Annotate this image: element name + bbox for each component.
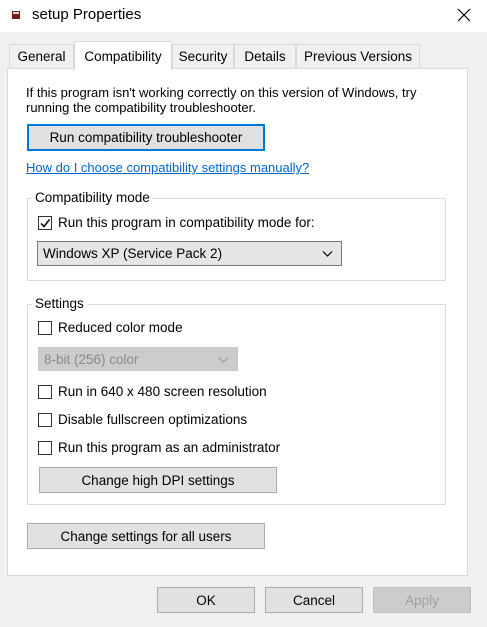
compatibility-mode-checkbox-row[interactable]: Run this program in compatibility mode f… — [38, 215, 315, 230]
compatibility-mode-group — [27, 198, 446, 281]
close-icon — [457, 8, 470, 22]
change-settings-all-users-button[interactable]: Change settings for all users — [27, 523, 265, 549]
title-bar: setup Properties — [0, 0, 487, 32]
color-depth-dropdown: 8-bit (256) color — [38, 347, 238, 371]
compatibility-mode-label: Compatibility mode — [32, 190, 153, 205]
tab-security[interactable]: Security — [172, 44, 234, 68]
tab-compatibility[interactable]: Compatibility — [74, 41, 172, 70]
resolution-checkbox-row[interactable]: Run in 640 x 480 screen resolution — [38, 384, 267, 399]
fullscreen-optimizations-checkbox-row[interactable]: Disable fullscreen optimizations — [38, 412, 247, 427]
window-title: setup Properties — [32, 6, 142, 23]
chevron-down-icon — [322, 251, 333, 257]
reduced-color-checkbox[interactable] — [38, 320, 52, 335]
compatibility-mode-checkbox[interactable] — [38, 215, 52, 230]
run-as-admin-checkbox[interactable] — [38, 440, 52, 455]
tab-previous-versions[interactable]: Previous Versions — [296, 44, 420, 68]
close-button[interactable] — [440, 0, 487, 30]
cancel-button[interactable]: Cancel — [265, 587, 363, 613]
tab-details[interactable]: Details — [234, 44, 296, 68]
intro-text: If this program isn't working correctly … — [26, 85, 417, 115]
ok-button[interactable]: OK — [157, 587, 255, 613]
change-high-dpi-button[interactable]: Change high DPI settings — [39, 467, 277, 493]
run-troubleshooter-button[interactable]: Run compatibility troubleshooter — [27, 124, 265, 151]
manual-settings-help-link[interactable]: How do I choose compatibility settings m… — [26, 160, 309, 175]
chevron-down-icon — [218, 357, 229, 363]
app-icon — [12, 11, 20, 19]
run-as-admin-checkbox-row[interactable]: Run this program as an administrator — [38, 440, 280, 455]
resolution-checkbox[interactable] — [38, 384, 52, 399]
settings-label: Settings — [32, 296, 87, 311]
tab-general[interactable]: General — [9, 44, 74, 68]
apply-button: Apply — [373, 587, 471, 613]
os-version-dropdown[interactable]: Windows XP (Service Pack 2) — [37, 241, 342, 266]
checkmark-icon — [40, 218, 51, 228]
fullscreen-optimizations-checkbox[interactable] — [38, 412, 52, 427]
reduced-color-checkbox-row[interactable]: Reduced color mode — [38, 320, 183, 335]
